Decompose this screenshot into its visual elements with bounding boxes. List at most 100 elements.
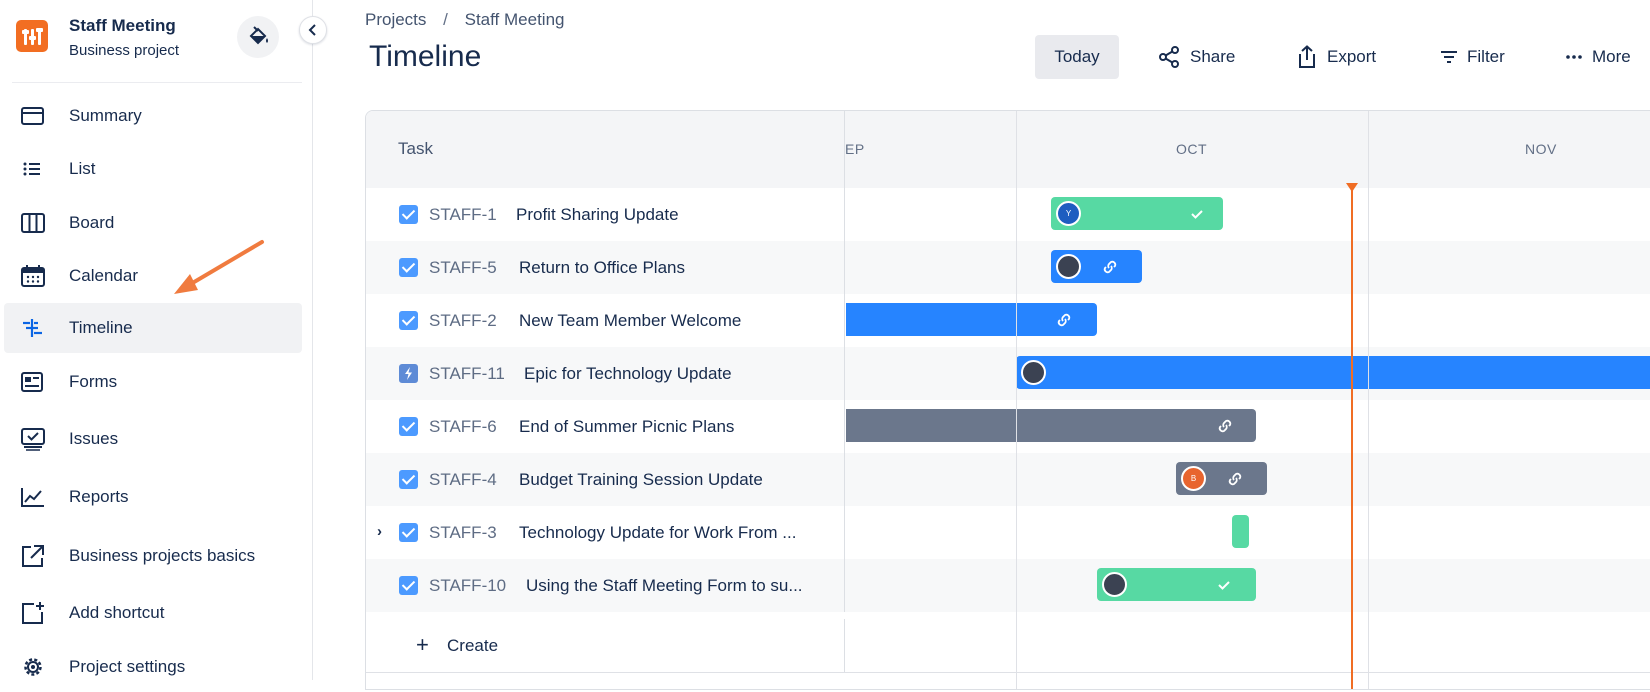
collapse-sidebar-button[interactable] xyxy=(299,16,327,44)
table-row[interactable]: STAFF-5 Return to Office Plans xyxy=(366,241,1650,294)
timeline-bar[interactable] xyxy=(846,409,1256,442)
issue-title[interactable]: Epic for Technology Update xyxy=(524,364,732,384)
create-label: Create xyxy=(447,636,499,655)
issue-key[interactable]: STAFF-4 xyxy=(429,470,497,490)
table-row[interactable]: STAFF-6 End of Summer Picnic Plans xyxy=(366,400,1650,453)
sidebar-item-add-shortcut[interactable]: Add shortcut xyxy=(4,588,302,638)
table-row[interactable]: › STAFF-3 Technology Update for Work Fro… xyxy=(366,506,1650,559)
avatar[interactable] xyxy=(1021,360,1046,385)
today-line xyxy=(1351,186,1353,689)
theme-button[interactable] xyxy=(237,16,279,58)
sidebar-item-label: Business projects basics xyxy=(69,546,256,565)
sidebar: Staff Meeting Business project Summary L… xyxy=(0,0,313,680)
table-row[interactable]: STAFF-10 Using the Staff Meeting Form to… xyxy=(366,559,1650,612)
today-button[interactable]: Today xyxy=(1035,35,1119,79)
sidebar-item-label: List xyxy=(69,159,96,178)
export-label: Export xyxy=(1327,47,1377,66)
list-icon xyxy=(23,162,40,176)
share-icon xyxy=(1159,46,1179,68)
more-icon xyxy=(1566,55,1582,59)
timeline-bar[interactable] xyxy=(1051,250,1142,283)
month-divider xyxy=(1016,111,1017,689)
issue-title[interactable]: Return to Office Plans xyxy=(519,258,685,278)
timeline-bar[interactable] xyxy=(1016,356,1650,389)
task-type-icon xyxy=(399,417,418,436)
timeline-bar[interactable]: B xyxy=(1176,462,1267,495)
sidebar-item-label: Forms xyxy=(69,372,118,391)
share-button[interactable]: Share xyxy=(1157,35,1235,79)
issue-title[interactable]: New Team Member Welcome xyxy=(519,311,741,331)
month-label: NOV xyxy=(1525,141,1557,157)
check-icon xyxy=(1218,581,1230,590)
create-issue-button[interactable]: + Create xyxy=(366,619,845,672)
sidebar-item-label: Add shortcut xyxy=(69,603,165,622)
table-row[interactable]: STAFF-4 Budget Training Session Update B xyxy=(366,453,1650,506)
more-button[interactable]: More xyxy=(1565,35,1631,79)
paint-bucket-icon xyxy=(249,26,268,45)
breadcrumb-current[interactable]: Staff Meeting xyxy=(465,10,565,30)
timeline-bar[interactable] xyxy=(1097,568,1256,601)
board-icon xyxy=(21,213,45,233)
table-row[interactable]: STAFF-11 Epic for Technology Update xyxy=(366,347,1650,400)
task-type-icon xyxy=(399,523,418,542)
sidebar-item-project-settings[interactable]: Project settings xyxy=(4,642,302,692)
issue-title[interactable]: Technology Update for Work From ... xyxy=(519,523,796,543)
issue-key[interactable]: STAFF-1 xyxy=(429,205,497,225)
task-column-header: Task xyxy=(366,111,845,188)
issue-key[interactable]: STAFF-2 xyxy=(429,311,497,331)
avatar[interactable]: Y xyxy=(1056,201,1081,226)
sidebar-item-label: Board xyxy=(69,213,115,232)
issue-key[interactable]: STAFF-6 xyxy=(429,417,497,437)
project-header: Staff Meeting Business project xyxy=(0,0,313,80)
add-shortcut-icon xyxy=(22,602,44,624)
issue-key[interactable]: STAFF-10 xyxy=(429,576,506,596)
table-row[interactable]: STAFF-1 Profit Sharing Update Y xyxy=(366,188,1650,241)
issue-title[interactable]: End of Summer Picnic Plans xyxy=(519,417,734,437)
sidebar-item-label: Timeline xyxy=(69,318,133,337)
sidebar-item-board[interactable]: Board xyxy=(4,198,302,248)
chevron-left-icon xyxy=(308,24,316,36)
timeline-bar[interactable] xyxy=(846,303,1097,336)
sidebar-item-label: Summary xyxy=(69,106,142,125)
issue-key[interactable]: STAFF-11 xyxy=(429,364,505,384)
avatar[interactable]: B xyxy=(1181,466,1206,491)
task-cell: STAFF-6 End of Summer Picnic Plans xyxy=(366,400,845,453)
task-type-icon xyxy=(399,576,418,595)
sidebar-item-forms[interactable]: Forms xyxy=(4,357,302,407)
filter-button[interactable]: Filter xyxy=(1440,35,1505,79)
issue-title[interactable]: Budget Training Session Update xyxy=(519,470,763,490)
sidebar-item-timeline[interactable]: Timeline xyxy=(4,303,302,353)
issue-title[interactable]: Profit Sharing Update xyxy=(516,205,679,225)
project-logo-icon[interactable] xyxy=(16,20,48,52)
sidebar-item-label: Reports xyxy=(69,487,129,506)
divider xyxy=(366,672,1650,673)
external-link-icon xyxy=(22,545,44,567)
task-cell: STAFF-11 Epic for Technology Update xyxy=(366,347,845,400)
breadcrumb-projects[interactable]: Projects xyxy=(365,10,426,30)
sidebar-item-issues[interactable]: Issues xyxy=(4,414,302,464)
expand-chevron-icon[interactable]: › xyxy=(377,523,382,540)
avatar[interactable] xyxy=(1056,254,1081,279)
export-button[interactable]: Export xyxy=(1296,35,1376,79)
timeline-bar[interactable] xyxy=(1232,515,1249,548)
issue-key[interactable]: STAFF-5 xyxy=(429,258,497,278)
timeline-bar[interactable]: Y xyxy=(1051,197,1223,230)
issue-key[interactable]: STAFF-3 xyxy=(429,523,497,543)
sidebar-item-calendar[interactable]: Calendar xyxy=(4,251,302,301)
table-row[interactable]: STAFF-2 New Team Member Welcome xyxy=(366,294,1650,347)
task-cell: › STAFF-3 Technology Update for Work Fro… xyxy=(366,506,845,559)
calendar-icon xyxy=(21,265,45,287)
project-type: Business project xyxy=(69,42,180,59)
issue-title[interactable]: Using the Staff Meeting Form to su... xyxy=(526,576,803,596)
link-icon xyxy=(1057,313,1071,327)
sidebar-item-summary[interactable]: Summary xyxy=(4,91,302,141)
sidebar-item-business-projects-basics[interactable]: Business projects basics xyxy=(4,531,302,581)
sidebar-item-list[interactable]: List xyxy=(4,144,302,194)
task-header-label: Task xyxy=(398,139,433,158)
sidebar-item-label: Issues xyxy=(69,429,119,448)
project-name[interactable]: Staff Meeting xyxy=(69,16,176,36)
avatar-initial: Y xyxy=(1065,209,1072,218)
avatar[interactable] xyxy=(1102,572,1127,597)
forms-icon xyxy=(21,372,43,392)
sidebar-item-reports[interactable]: Reports xyxy=(4,472,302,522)
